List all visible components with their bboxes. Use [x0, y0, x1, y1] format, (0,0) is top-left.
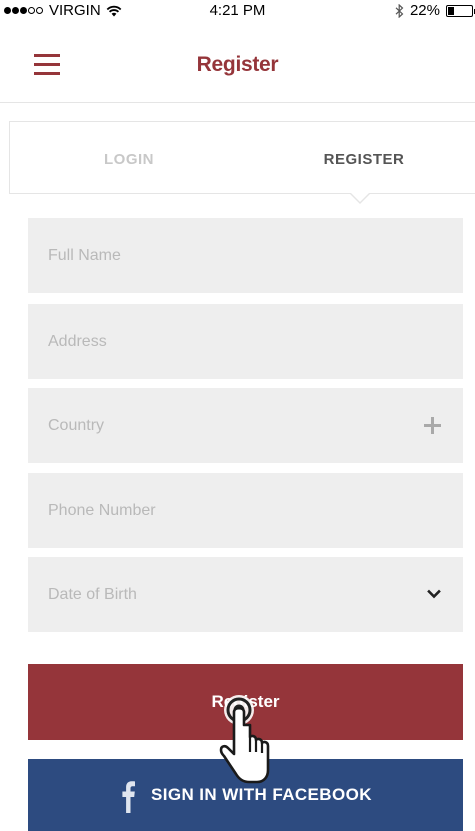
tab-register[interactable]: REGISTER	[248, 122, 475, 195]
facebook-button-label: SIGN IN WITH FACEBOOK	[151, 785, 372, 804]
bluetooth-icon	[395, 3, 404, 18]
phone-number-input[interactable]	[48, 473, 408, 548]
auth-tabs: LOGIN REGISTER	[9, 121, 475, 194]
phone-number-field[interactable]	[28, 473, 463, 548]
tab-login[interactable]: LOGIN	[10, 122, 248, 195]
register-button[interactable]: Register	[28, 664, 463, 740]
page-title: Register	[196, 53, 279, 76]
address-input[interactable]	[48, 304, 408, 379]
status-bar: VIRGIN 4:21 PM 22%	[0, 0, 475, 22]
facebook-signin-button[interactable]: SIGN IN WITH FACEBOOK	[28, 759, 463, 831]
nav-bar: Register	[0, 22, 475, 103]
chevron-down-icon[interactable]	[427, 587, 441, 601]
full-name-field[interactable]	[28, 218, 463, 293]
register-button-label: Register	[211, 692, 280, 711]
battery-percent: 22%	[409, 2, 440, 19]
full-name-input[interactable]	[48, 218, 408, 293]
plus-icon[interactable]	[424, 417, 441, 434]
facebook-icon	[122, 781, 135, 813]
status-right: 22%	[395, 2, 475, 19]
date-of-birth-input[interactable]	[48, 557, 408, 632]
date-of-birth-field[interactable]	[28, 557, 463, 632]
active-tab-indicator	[350, 193, 370, 204]
country-input[interactable]	[48, 388, 408, 463]
battery-icon	[446, 4, 475, 17]
battery-fill	[448, 6, 454, 15]
country-field[interactable]	[28, 388, 463, 463]
address-field[interactable]	[28, 304, 463, 379]
